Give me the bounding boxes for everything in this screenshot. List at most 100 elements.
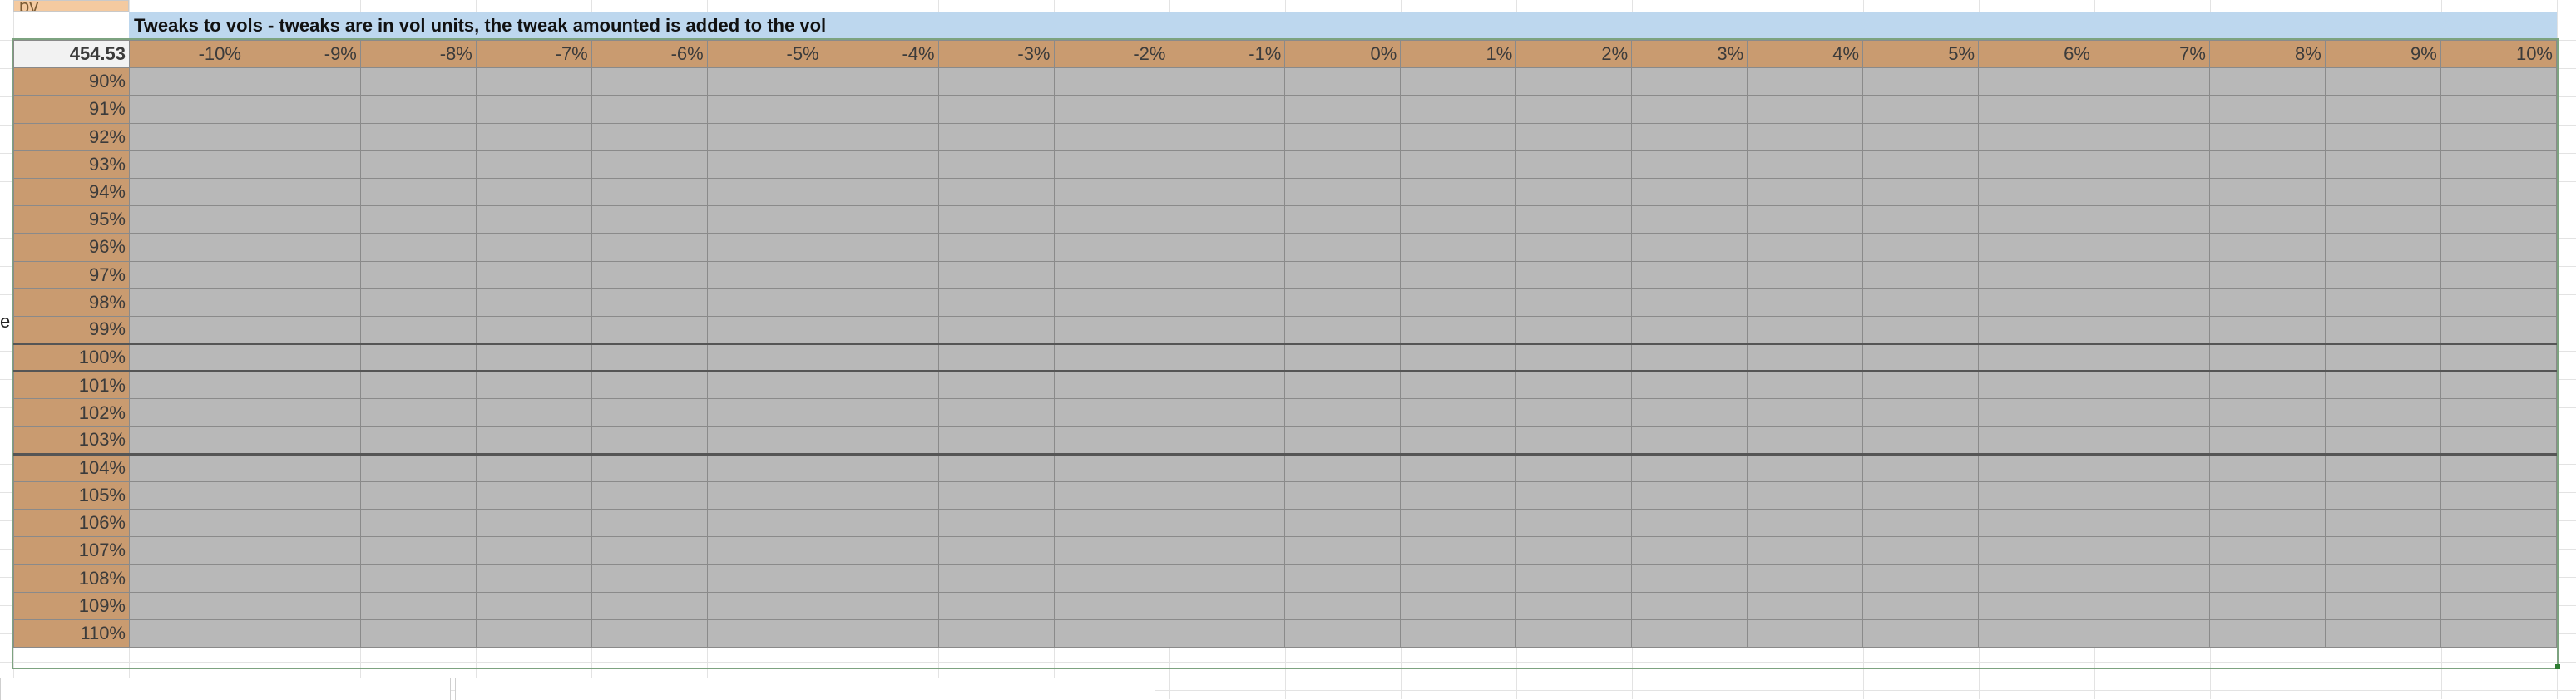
grid-cell[interactable] bbox=[1631, 122, 1748, 151]
column-header-cell[interactable]: 5% bbox=[1862, 39, 1979, 69]
grid-cell[interactable] bbox=[244, 150, 361, 179]
grid-cell[interactable] bbox=[1284, 509, 1402, 538]
grid-cell[interactable] bbox=[1053, 481, 1170, 510]
grid-cell[interactable] bbox=[706, 481, 823, 510]
grid-cell[interactable] bbox=[2324, 426, 2441, 455]
grid-cell[interactable] bbox=[937, 95, 1055, 124]
grid-cell[interactable] bbox=[1862, 288, 1979, 317]
grid-cell[interactable] bbox=[2093, 288, 2210, 317]
grid-cell[interactable] bbox=[2093, 150, 2210, 179]
grid-cell[interactable] bbox=[1053, 536, 1170, 565]
grid-cell[interactable] bbox=[591, 398, 708, 427]
grid-cell[interactable] bbox=[1400, 564, 1517, 593]
column-header-cell[interactable]: 1% bbox=[1400, 39, 1517, 69]
sheet-tab-area[interactable] bbox=[0, 678, 451, 700]
row-header-cell[interactable]: 100% bbox=[13, 343, 130, 373]
row-header-cell[interactable]: 98% bbox=[13, 288, 130, 317]
column-header-cell[interactable]: 10% bbox=[2440, 39, 2558, 69]
grid-cell[interactable] bbox=[822, 260, 939, 289]
column-header-cell[interactable]: -5% bbox=[706, 39, 823, 69]
grid-cell[interactable] bbox=[1978, 205, 2094, 234]
grid-cell[interactable] bbox=[1169, 343, 1286, 373]
grid-cell[interactable] bbox=[1053, 426, 1170, 455]
grid-cell[interactable] bbox=[822, 564, 939, 593]
grid-cell[interactable] bbox=[1862, 177, 1979, 207]
grid-cell[interactable] bbox=[2440, 233, 2558, 262]
grid-cell[interactable] bbox=[1053, 150, 1170, 179]
grid-cell[interactable] bbox=[1169, 564, 1286, 593]
grid-cell[interactable] bbox=[1515, 536, 1633, 565]
grid-cell[interactable] bbox=[2093, 371, 2210, 400]
grid-cell[interactable] bbox=[1747, 536, 1864, 565]
grid-cell[interactable] bbox=[2324, 343, 2441, 373]
grid-cell[interactable] bbox=[706, 205, 823, 234]
row-header-cell[interactable]: 92% bbox=[13, 122, 130, 151]
grid-cell[interactable] bbox=[1631, 233, 1748, 262]
grid-cell[interactable] bbox=[1515, 371, 1633, 400]
grid-cell[interactable] bbox=[359, 95, 477, 124]
grid-cell[interactable] bbox=[822, 67, 939, 96]
grid-cell[interactable] bbox=[475, 619, 592, 648]
grid-cell[interactable] bbox=[359, 343, 477, 373]
grid-cell[interactable] bbox=[244, 122, 361, 151]
grid-cell[interactable] bbox=[244, 509, 361, 538]
grid-cell[interactable] bbox=[2440, 315, 2558, 345]
grid-cell[interactable] bbox=[591, 177, 708, 207]
grid-cell[interactable] bbox=[1400, 122, 1517, 151]
grid-cell[interactable] bbox=[1400, 150, 1517, 179]
grid-cell[interactable] bbox=[2208, 177, 2326, 207]
grid-cell[interactable] bbox=[1053, 233, 1170, 262]
grid-cell[interactable] bbox=[1862, 315, 1979, 345]
pv-label-cell[interactable]: pv bbox=[13, 0, 129, 12]
grid-cell[interactable] bbox=[2324, 288, 2441, 317]
row-header-cell[interactable]: 99% bbox=[13, 315, 130, 345]
row-header-cell[interactable]: 96% bbox=[13, 233, 130, 262]
grid-cell[interactable] bbox=[475, 122, 592, 151]
grid-cell[interactable] bbox=[822, 315, 939, 345]
grid-cell[interactable] bbox=[2093, 619, 2210, 648]
grid-cell[interactable] bbox=[2093, 177, 2210, 207]
grid-cell[interactable] bbox=[475, 481, 592, 510]
grid-cell[interactable] bbox=[706, 122, 823, 151]
grid-cell[interactable] bbox=[1169, 536, 1286, 565]
grid-cell[interactable] bbox=[1169, 371, 1286, 400]
grid-cell[interactable] bbox=[1747, 619, 1864, 648]
grid-cell[interactable] bbox=[591, 233, 708, 262]
grid-cell[interactable] bbox=[129, 205, 245, 234]
grid-cell[interactable] bbox=[1169, 260, 1286, 289]
row-header-cell[interactable]: 101% bbox=[13, 371, 130, 400]
grid-cell[interactable] bbox=[359, 150, 477, 179]
grid-cell[interactable] bbox=[1862, 67, 1979, 96]
grid-cell[interactable] bbox=[1053, 67, 1170, 96]
grid-cell[interactable] bbox=[1053, 564, 1170, 593]
grid-cell[interactable] bbox=[1978, 95, 2094, 124]
grid-cell[interactable] bbox=[475, 315, 592, 345]
row-header-cell[interactable]: 109% bbox=[13, 591, 130, 620]
grid-cell[interactable] bbox=[1284, 233, 1402, 262]
grid-cell[interactable] bbox=[591, 452, 708, 483]
grid-cell[interactable] bbox=[2208, 536, 2326, 565]
grid-cell[interactable] bbox=[1284, 564, 1402, 593]
grid-cell[interactable] bbox=[1053, 591, 1170, 620]
grid-cell[interactable] bbox=[2208, 398, 2326, 427]
grid-cell[interactable] bbox=[2208, 452, 2326, 483]
grid-cell[interactable] bbox=[1747, 426, 1864, 455]
grid-cell[interactable] bbox=[706, 591, 823, 620]
grid-cell[interactable] bbox=[937, 619, 1055, 648]
grid-cell[interactable] bbox=[2208, 564, 2326, 593]
grid-cell[interactable] bbox=[937, 509, 1055, 538]
grid-cell[interactable] bbox=[2093, 233, 2210, 262]
grid-cell[interactable] bbox=[1169, 205, 1286, 234]
grid-cell[interactable] bbox=[244, 371, 361, 400]
grid-cell[interactable] bbox=[2208, 371, 2326, 400]
grid-cell[interactable] bbox=[129, 95, 245, 124]
grid-cell[interactable] bbox=[1862, 205, 1979, 234]
grid-cell[interactable] bbox=[2324, 509, 2441, 538]
grid-cell[interactable] bbox=[591, 67, 708, 96]
grid-cell[interactable] bbox=[244, 536, 361, 565]
grid-cell[interactable] bbox=[2440, 177, 2558, 207]
grid-cell[interactable] bbox=[937, 67, 1055, 96]
grid-cell[interactable] bbox=[706, 233, 823, 262]
grid-cell[interactable] bbox=[2324, 67, 2441, 96]
row-header-cell[interactable]: 104% bbox=[13, 452, 130, 483]
